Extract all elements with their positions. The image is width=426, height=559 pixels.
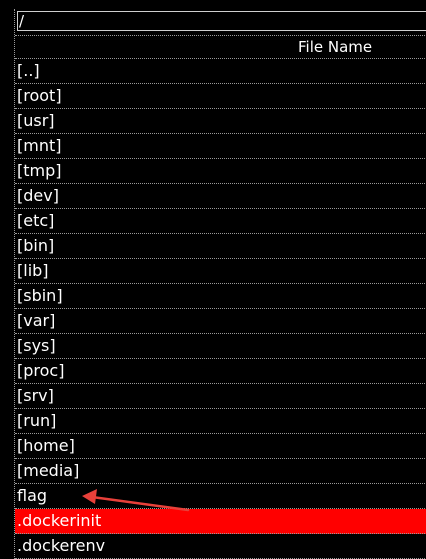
file-name-label: .dockerinit xyxy=(17,511,102,530)
file-row[interactable]: flag xyxy=(15,484,426,509)
file-name-label: [dev] xyxy=(17,186,59,205)
file-row[interactable]: [etc] xyxy=(15,209,426,234)
file-row[interactable]: [usr] xyxy=(15,109,426,134)
file-name-label: [bin] xyxy=(17,236,55,255)
file-row[interactable]: [bin] xyxy=(15,234,426,259)
file-row[interactable]: [var] xyxy=(15,309,426,334)
file-list: [..] [root] [usr] [mnt] [tmp] [dev] [etc] [bin]… xyxy=(15,59,426,559)
file-name-label: [proc] xyxy=(17,361,65,380)
column-header-row: File Name xyxy=(15,35,426,59)
file-name-label: .dockerenv xyxy=(17,536,106,555)
file-name-label: [home] xyxy=(17,436,75,455)
file-row[interactable]: [lib] xyxy=(15,259,426,284)
file-row[interactable]: [mnt] xyxy=(15,134,426,159)
file-name-label: [mnt] xyxy=(17,136,62,155)
file-name-label: [tmp] xyxy=(17,161,62,180)
file-row[interactable]: [proc] xyxy=(15,359,426,384)
file-name-label: [var] xyxy=(17,311,56,330)
file-row[interactable]: [srv] xyxy=(15,384,426,409)
file-name-label: flag xyxy=(17,486,48,505)
file-name-label: [media] xyxy=(17,461,80,480)
file-name-label: [..] xyxy=(17,61,40,80)
file-name-label: [root] xyxy=(17,86,62,105)
file-row[interactable]: .dockerinit xyxy=(15,509,426,534)
file-row[interactable]: [run] xyxy=(15,409,426,434)
file-name-label: [sbin] xyxy=(17,286,63,305)
file-name-label: [lib] xyxy=(17,261,49,280)
file-name-label: [run] xyxy=(17,411,57,430)
path-input[interactable]: / xyxy=(17,11,426,31)
file-row[interactable]: [..] xyxy=(15,59,426,84)
file-browser-panel: / File Name [..] [root] [usr] [mnt] [tmp] [de… xyxy=(14,9,426,559)
file-name-label: [srv] xyxy=(17,386,54,405)
file-name-label: [usr] xyxy=(17,111,55,130)
file-name-label: [etc] xyxy=(17,211,55,230)
file-row[interactable]: [sys] xyxy=(15,334,426,359)
file-row[interactable]: .dockerenv xyxy=(15,534,426,559)
file-row[interactable]: [media] xyxy=(15,459,426,484)
file-name-label: [sys] xyxy=(17,336,56,355)
file-row[interactable]: [dev] xyxy=(15,184,426,209)
file-name-column-header[interactable]: File Name xyxy=(298,38,372,56)
file-row[interactable]: [home] xyxy=(15,434,426,459)
file-row[interactable]: [sbin] xyxy=(15,284,426,309)
file-row[interactable]: [root] xyxy=(15,84,426,109)
file-row[interactable]: [tmp] xyxy=(15,159,426,184)
